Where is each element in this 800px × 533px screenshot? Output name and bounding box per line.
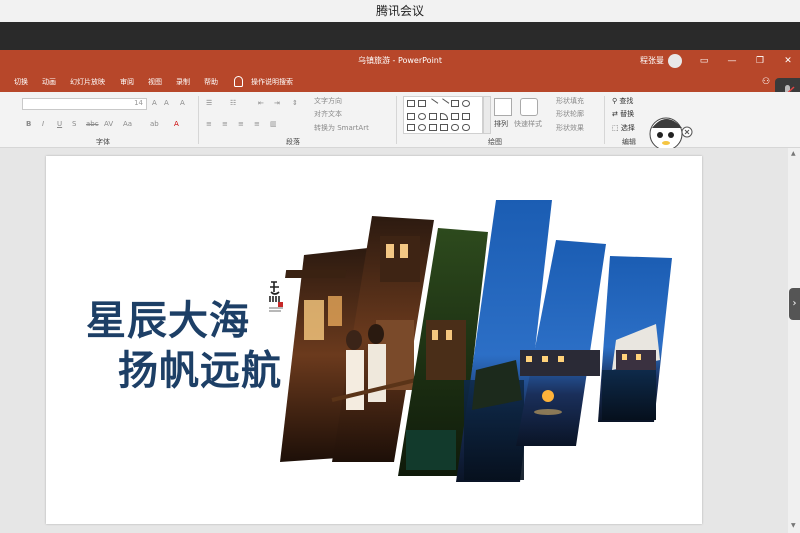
ribbon-separator (396, 96, 397, 144)
tell-me-search[interactable]: 操作说明搜索 (251, 72, 293, 92)
headline-line-2[interactable]: 扬帆远航 (118, 338, 282, 396)
columns-button[interactable]: ▥ (270, 120, 277, 128)
strikethrough-button[interactable]: abc (86, 120, 99, 128)
tab-view[interactable]: 视图 (148, 72, 162, 92)
align-center-button[interactable]: ≡ (222, 120, 228, 128)
quick-styles-label[interactable]: 快速样式 (514, 119, 542, 129)
search-icon: ⚲ (612, 97, 618, 105)
ppt-title-bar: 乌镇旅游 - PowerPoint 程张曼 ▭ — ❐ ✕ (0, 50, 800, 72)
group-drawing-label: 绘图 (488, 138, 502, 146)
scroll-up-icon[interactable]: ▲ (791, 150, 796, 157)
ribbon-separator (198, 96, 199, 144)
tab-record[interactable]: 录制 (176, 72, 190, 92)
close-button[interactable]: ✕ (778, 50, 798, 72)
tab-transitions[interactable]: 切换 (14, 72, 28, 92)
ribbon-tabs: 切换 动画 幻灯片放映 审阅 视图 录制 帮助 操作说明搜索 ⚇ (0, 72, 800, 92)
lightbulb-icon (234, 76, 243, 87)
ribbon-separator (604, 96, 605, 144)
align-text-button[interactable]: 对齐文本 (314, 109, 342, 119)
shape-gallery[interactable] (403, 96, 483, 134)
tab-help[interactable]: 帮助 (204, 72, 218, 92)
ribbon-display-button[interactable]: ▭ (694, 50, 714, 72)
convert-smartart-button[interactable]: 转换为 SmartArt (314, 123, 369, 133)
font-color-button[interactable]: A (174, 120, 179, 128)
highlight-button[interactable]: ab (150, 120, 159, 128)
underline-button[interactable]: U (57, 120, 62, 128)
align-right-button[interactable]: ≡ (238, 120, 244, 128)
meeting-title-bar: 腾讯会议 (0, 0, 800, 22)
shadow-button[interactable]: S (72, 120, 76, 128)
user-name[interactable]: 程张曼 (640, 50, 664, 72)
side-panel-toggle[interactable]: › (789, 288, 800, 320)
bullets-button[interactable]: ☰ (206, 99, 212, 107)
font-size-input[interactable]: 14 (110, 98, 147, 110)
italic-button[interactable]: I (42, 120, 44, 128)
align-left-button[interactable]: ≡ (206, 120, 212, 128)
arrange-label[interactable]: 排列 (494, 119, 508, 129)
char-spacing-button[interactable]: AV (104, 120, 113, 128)
grow-font-button[interactable]: A (152, 99, 157, 107)
justify-button[interactable]: ≡ (254, 120, 260, 128)
avatar-icon[interactable] (668, 54, 682, 68)
select-button[interactable]: ⬚ 选择 (612, 123, 635, 133)
decrease-indent-button[interactable]: ⇤ (258, 99, 264, 107)
share-icon[interactable]: ⚇ (762, 72, 770, 92)
slide-canvas[interactable]: 星辰大海 扬帆远航 (46, 156, 702, 524)
shape-effects-button[interactable]: 形状效果 (556, 123, 584, 133)
increase-indent-button[interactable]: ⇥ (274, 99, 280, 107)
find-button[interactable]: ⚲ 查找 (612, 96, 633, 106)
tab-animations[interactable]: 动画 (42, 72, 56, 92)
arrange-button[interactable] (494, 98, 512, 116)
quick-styles-button[interactable] (520, 98, 538, 116)
maximize-button[interactable]: ❐ (750, 50, 770, 72)
shrink-font-button[interactable]: A (164, 99, 169, 107)
text-direction-button[interactable]: 文字方向 (314, 96, 342, 106)
tab-slideshow[interactable]: 幻灯片放映 (70, 72, 105, 92)
shape-fill-button[interactable]: 形状填充 (556, 96, 584, 106)
meeting-title: 腾讯会议 (375, 4, 424, 18)
scroll-down-icon[interactable]: ▼ (791, 522, 796, 529)
meeting-toolbar-strip (0, 22, 800, 50)
tab-review[interactable]: 审阅 (120, 72, 134, 92)
bold-button[interactable]: B (26, 120, 31, 128)
replace-button[interactable]: ⇄ 替换 (612, 109, 634, 119)
wuzhen-photo-collage[interactable] (276, 200, 676, 492)
line-spacing-button[interactable]: ⇕ (292, 99, 298, 107)
vertical-scrollbar[interactable]: ▲ ▼ (788, 148, 800, 533)
clear-format-button[interactable]: A (180, 99, 185, 107)
group-editing-label: 编辑 (622, 138, 636, 146)
minimize-button[interactable]: — (722, 50, 742, 72)
shape-outline-button[interactable]: 形状轮廓 (556, 109, 584, 119)
change-case-button[interactable]: Aa (123, 120, 132, 128)
shape-gallery-scroll[interactable] (483, 96, 491, 134)
group-paragraph-label: 段落 (286, 138, 300, 146)
numbering-button[interactable]: ☷ (230, 99, 236, 107)
group-font-label: 字体 (96, 138, 110, 146)
